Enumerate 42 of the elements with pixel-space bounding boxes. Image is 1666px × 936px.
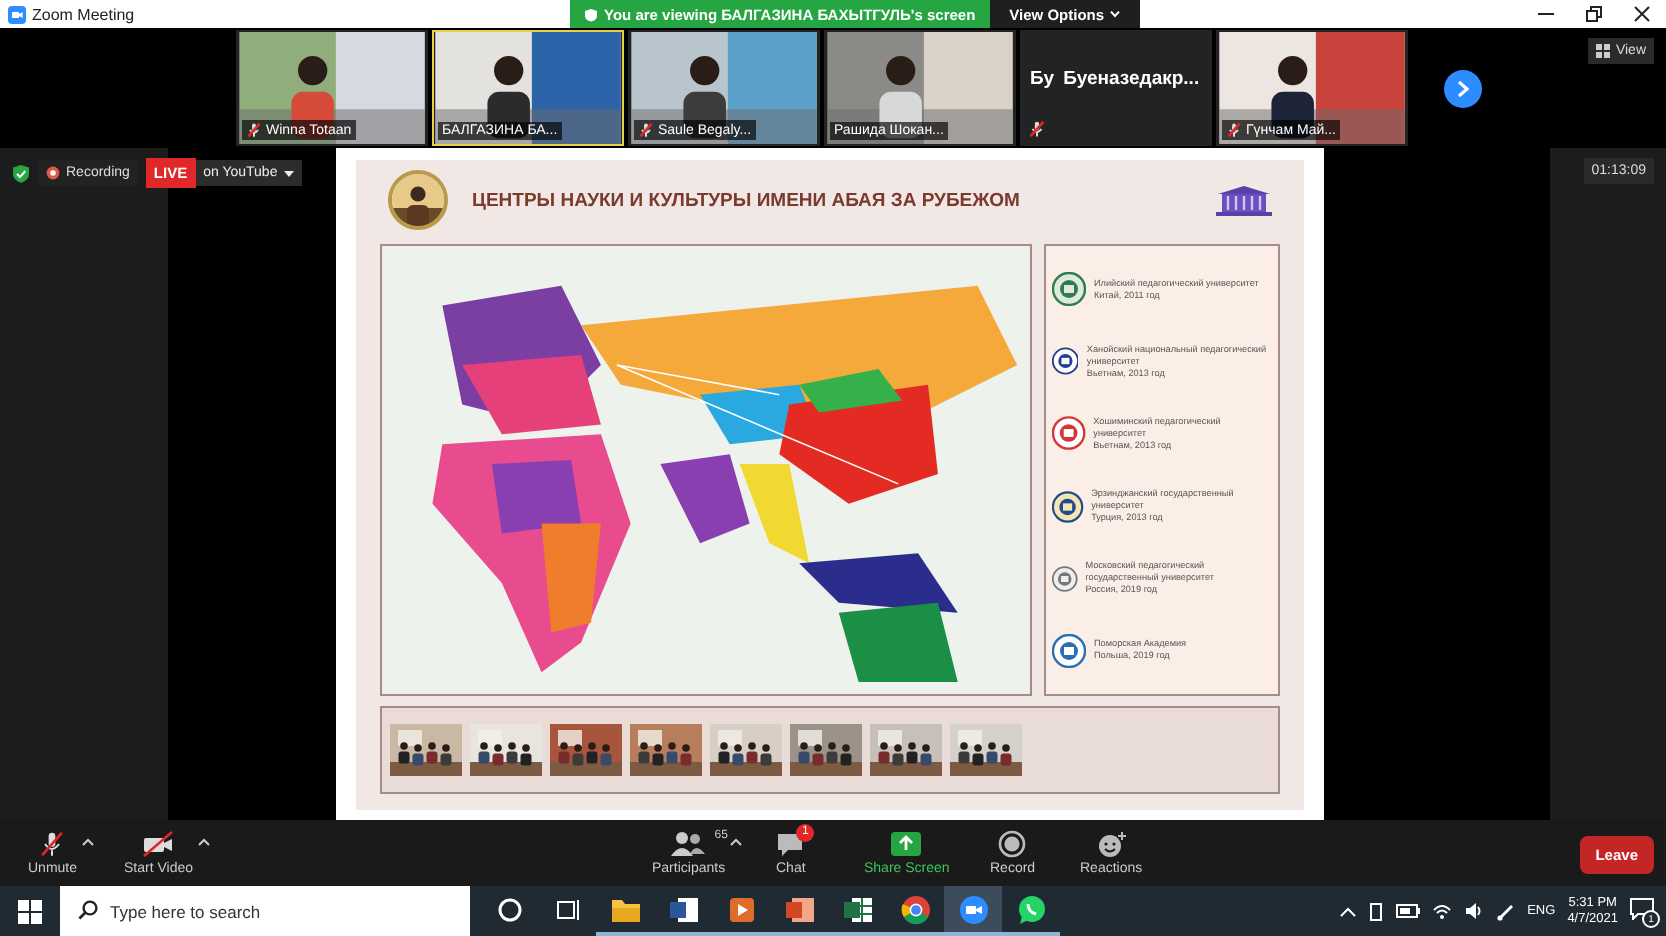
- smiley-icon: [1095, 830, 1128, 858]
- video-off-icon: [142, 830, 175, 858]
- slide-title: ЦЕНТРЫ НАУКИ И КУЛЬТУРЫ ИМЕНИ АБАЯ ЗА РУБЕЖОМ: [472, 189, 1022, 211]
- grid-icon: [1595, 44, 1610, 58]
- building-logo-icon: [1216, 184, 1272, 216]
- chat-icon: [776, 830, 805, 858]
- battery-icon[interactable]: [1395, 904, 1420, 918]
- wifi-icon[interactable]: [1431, 902, 1452, 920]
- close-icon[interactable]: [1634, 6, 1650, 22]
- window-title: Zoom Meeting: [32, 5, 135, 23]
- zoom-logo-icon: [8, 5, 26, 23]
- record-dot-icon: [46, 166, 60, 180]
- search-icon: [78, 900, 98, 920]
- chevron-up-icon[interactable]: [1339, 905, 1356, 917]
- caret-icon: [1110, 10, 1121, 18]
- emblem-icon: [1052, 633, 1086, 668]
- emblem-icon: [1052, 489, 1084, 524]
- notification-icon[interactable]: [1630, 898, 1654, 920]
- people-icon: [670, 830, 707, 858]
- speaker-icon[interactable]: [1463, 902, 1484, 920]
- share-screen-icon: [890, 830, 923, 858]
- emblem-icon: [1052, 416, 1086, 451]
- caret-up-icon[interactable]: [197, 838, 210, 846]
- chevron-right-icon: [1456, 80, 1470, 98]
- shield-check-icon: [12, 163, 30, 183]
- muted-mic-icon: [38, 830, 67, 858]
- shield-icon: [584, 7, 598, 21]
- next-page-button[interactable]: [1444, 70, 1482, 108]
- windows-start-icon[interactable]: [18, 899, 42, 923]
- emblem-icon: [1052, 561, 1078, 596]
- video-camera-icon[interactable]: [944, 886, 1002, 936]
- pen-icon[interactable]: [1495, 901, 1516, 921]
- search-field[interactable]: Type here to search: [60, 886, 470, 936]
- restore-icon[interactable]: [1586, 6, 1602, 22]
- device-icon[interactable]: [1367, 901, 1384, 921]
- record-icon: [998, 830, 1027, 858]
- emblem-icon: [1052, 272, 1086, 307]
- emblem-icon: [1052, 344, 1079, 379]
- participant-name: Бу Буеназедакр...: [1030, 68, 1200, 90]
- caret-icon: [283, 169, 294, 177]
- caret-up-icon[interactable]: [729, 838, 742, 846]
- caret-up-icon[interactable]: [81, 838, 94, 846]
